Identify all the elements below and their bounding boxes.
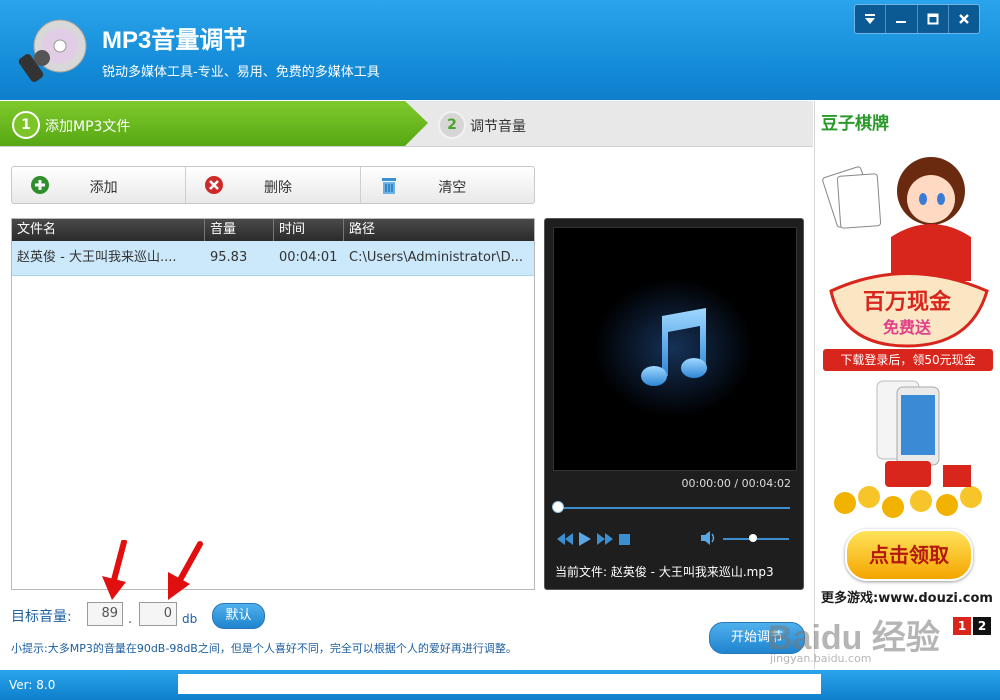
red-arrow-icon — [102, 540, 127, 600]
column-header-time[interactable]: 时间 — [274, 219, 344, 241]
player-time: 00:00:00 / 00:04:02 — [681, 477, 791, 490]
cell-volume: 95.83 — [210, 250, 248, 265]
version-label: Ver: 8.0 — [9, 678, 56, 692]
stop-icon[interactable] — [619, 533, 630, 545]
now-playing: 当前文件: 赵英俊 - 大王叫我来巡山.mp3 — [555, 565, 774, 579]
delete-button[interactable]: 删除 — [186, 167, 361, 203]
column-header-volume[interactable]: 音量 — [205, 219, 274, 241]
app-title: MP3音量调节 — [102, 27, 248, 54]
svg-text:免费送: 免费送 — [883, 318, 932, 337]
cell-path: C:\Users\Administrator\D... — [349, 250, 524, 265]
clear-button[interactable]: 清空 — [361, 167, 534, 203]
app-logo-icon — [18, 19, 87, 82]
media-player: 00:00:00 / 00:04:02 当前文件: 赵英俊 - 大王叫我来巡山.… — [544, 218, 804, 590]
file-list-header: 文件名 音量 时间 路径 — [12, 219, 534, 241]
tip-text: 小提示:大多MP3的音量在90dB-98dB之间，但是个人喜好不同，完全可以根据… — [11, 642, 517, 655]
clear-button-label: 清空 — [438, 180, 467, 196]
status-bar: Ver: 8.0 — [0, 670, 1000, 700]
file-list: 文件名 音量 时间 路径 赵英俊 - 大王叫我来巡山.... 95.83 00:… — [11, 218, 535, 590]
svg-text:百万现金: 百万现金 — [863, 289, 952, 315]
target-volume-label: 目标音量: — [11, 609, 72, 625]
delete-button-label: 删除 — [263, 180, 292, 196]
cell-time: 00:04:01 — [279, 250, 338, 265]
default-button[interactable]: 默认 — [212, 603, 265, 629]
playback-controls — [557, 532, 630, 546]
column-header-name[interactable]: 文件名 — [12, 219, 205, 241]
volume-unit: db — [182, 612, 198, 626]
menu-button[interactable] — [855, 5, 887, 33]
minimize-button[interactable] — [886, 5, 918, 33]
cell-name: 赵英俊 - 大王叫我来巡山.... — [17, 250, 177, 265]
table-row[interactable]: 赵英俊 - 大王叫我来巡山.... 95.83 00:04:01 C:\User… — [12, 241, 534, 276]
ad-banner-text: 下载登录后，领50元现金 — [823, 349, 993, 371]
add-button[interactable]: 添加 — [12, 167, 187, 203]
file-toolbar: 添加 删除 清空 — [11, 166, 535, 204]
music-note-icon — [641, 308, 707, 386]
step-label: 添加MP3文件 — [45, 119, 131, 135]
volume-icon[interactable] — [701, 531, 717, 545]
step-bar: 1 添加MP3文件 2 调节音量 — [0, 101, 813, 147]
close-icon — [959, 14, 969, 24]
add-button-label: 添加 — [89, 180, 118, 196]
column-header-path[interactable]: 路径 — [344, 219, 532, 241]
ad-page-2[interactable]: 2 — [973, 617, 991, 635]
progress-handle[interactable] — [552, 501, 564, 513]
window-controls — [854, 4, 980, 34]
fast-forward-icon[interactable] — [597, 533, 613, 545]
ad-pagination: 1 2 — [953, 617, 991, 635]
volume-handle[interactable] — [748, 534, 757, 542]
minimize-icon — [896, 21, 907, 23]
step-add-files[interactable]: 1 添加MP3文件 — [0, 101, 430, 146]
step-label: 调节音量 — [470, 119, 526, 135]
player-screen — [553, 227, 797, 471]
ad-phone-coins-image — [834, 380, 982, 518]
red-arrow-icon — [168, 541, 203, 600]
ad-character-image: 百万现金 免费送 — [822, 157, 989, 348]
menu-icon — [865, 14, 876, 24]
ad-page-1[interactable]: 1 — [953, 617, 971, 635]
maximize-button[interactable] — [918, 5, 949, 33]
volume-decimal-input[interactable]: 0 — [139, 602, 177, 626]
volume-integer-input[interactable]: 89 — [87, 602, 123, 626]
ad-panel[interactable]: 豆子棋牌 百万现金 免费送 下载登录后，领50元现金 点击领取 更多游戏:www… — [814, 101, 1000, 669]
maximize-icon — [927, 13, 939, 25]
baidu-watermark-url: jingyan.baidu.com — [770, 652, 872, 665]
rewind-icon[interactable] — [557, 533, 573, 545]
step-number: 1 — [12, 111, 40, 139]
step-number: 2 — [438, 111, 466, 139]
progress-track[interactable] — [557, 507, 790, 509]
ad-claim-button[interactable]: 点击领取 — [845, 529, 973, 581]
status-progress-field — [178, 674, 821, 694]
app-subtitle: 锐动多媒体工具-专业、易用、免费的多媒体工具 — [102, 65, 380, 80]
title-bar: MP3音量调节 锐动多媒体工具-专业、易用、免费的多媒体工具 — [0, 0, 1000, 100]
ad-brand: 豆子棋牌 — [821, 114, 889, 134]
ad-more-link[interactable]: 更多游戏:www.douzi.com — [821, 587, 993, 606]
play-icon[interactable] — [579, 532, 591, 546]
close-button[interactable] — [949, 5, 979, 33]
volume-separator: . — [128, 612, 133, 627]
